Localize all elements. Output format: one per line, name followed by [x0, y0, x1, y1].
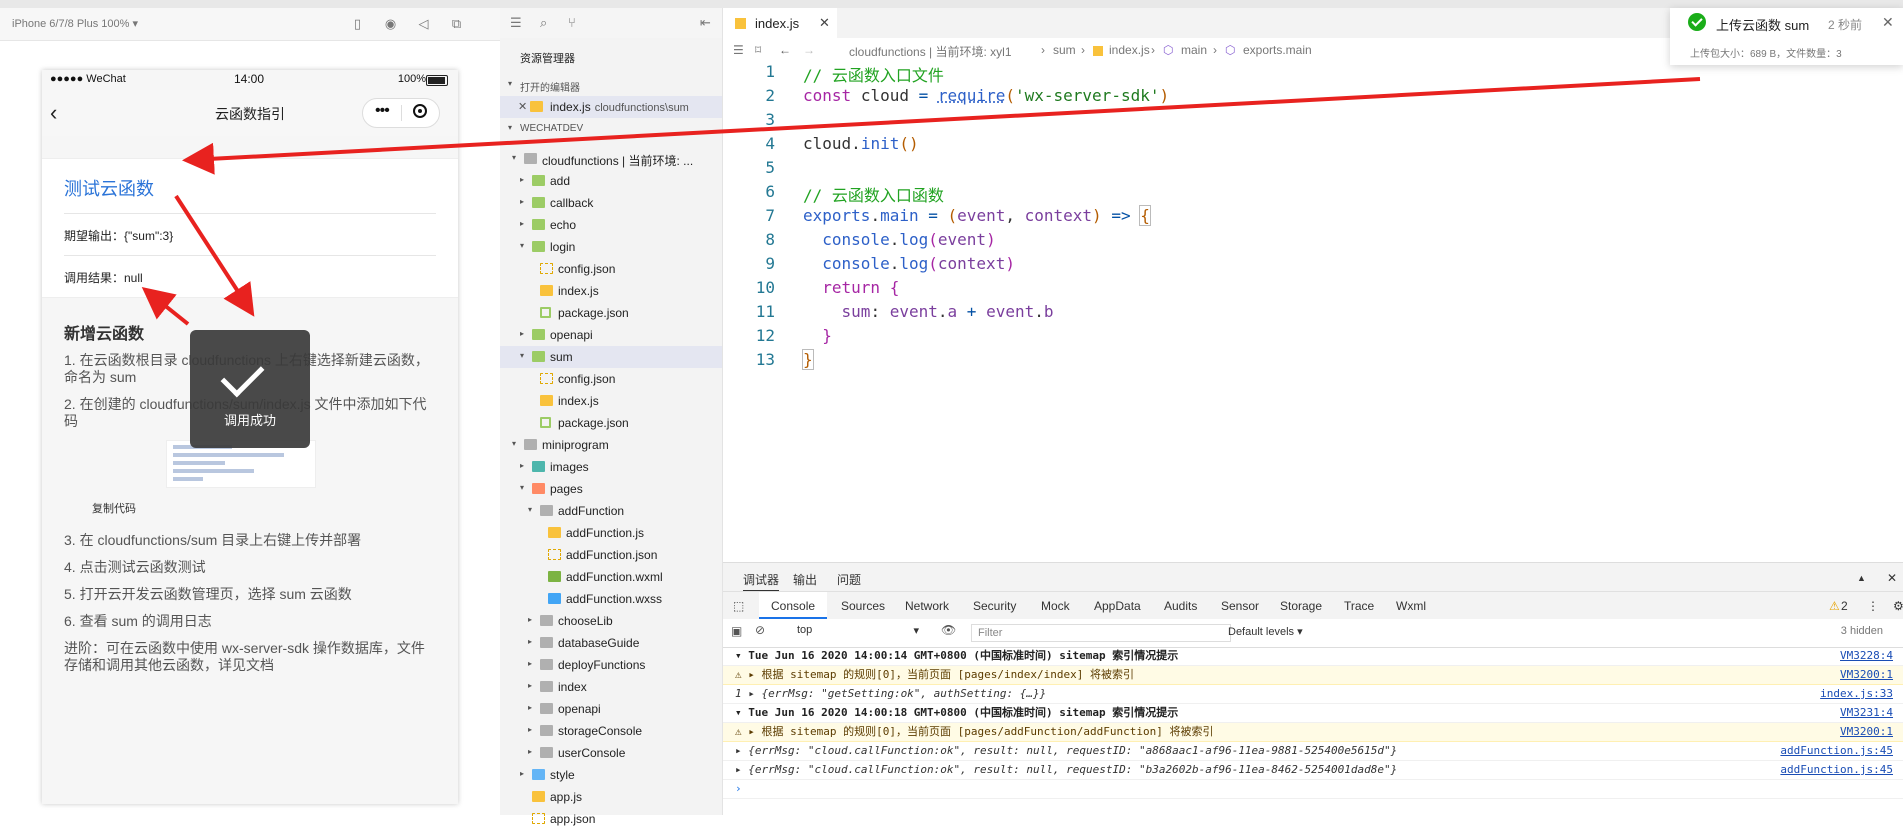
arrow-to-toast — [174, 194, 255, 317]
arrow-notification-to-test-button — [182, 77, 1701, 175]
arrow-to-result — [141, 287, 190, 326]
annotation-arrows — [141, 77, 1701, 326]
